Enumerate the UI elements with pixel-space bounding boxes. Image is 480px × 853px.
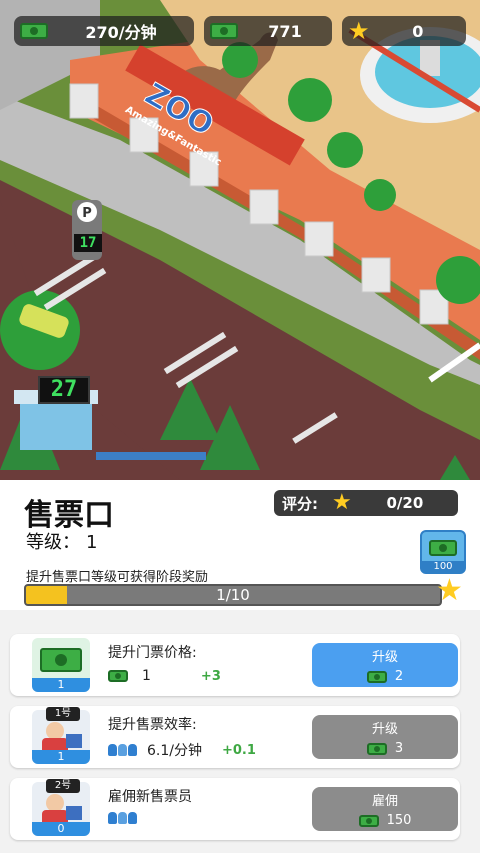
cash-icon <box>20 23 48 39</box>
cash-icon <box>40 648 82 672</box>
ticket-price-value-row: 1 +3 <box>108 668 221 684</box>
hire-clerk-button[interactable]: 雇佣 150 <box>312 787 458 831</box>
reward-chest[interactable]: 100 <box>420 530 466 574</box>
cash-icon <box>108 670 128 682</box>
reward-star-icon: ★ <box>436 573 463 608</box>
cash-icon <box>366 670 387 683</box>
zoo-map: P <box>0 0 480 480</box>
cash-icon <box>429 540 457 556</box>
money-display: 771 <box>204 16 332 46</box>
rating-box: 评分: ★ 0/20 <box>274 490 458 516</box>
booth-counter: 27 <box>38 376 90 404</box>
income-rate-value: 270/分钟 <box>85 23 157 42</box>
ticket-efficiency-increment: +0.1 <box>221 742 256 758</box>
hire-button-label: 雇佣 <box>371 794 398 809</box>
ticket-window-icon <box>66 734 82 748</box>
ticket-efficiency-value-row: 6.1/分钟 +0.1 <box>108 740 256 760</box>
income-rate-display: 270/分钟 <box>14 16 194 46</box>
progress-text: 1/10 <box>216 586 250 604</box>
stars-display: ★ 0 <box>342 16 466 46</box>
cash-icon <box>358 814 379 827</box>
clerk-tag: 2号 <box>46 779 80 793</box>
booth-level: 等级： 1 <box>26 532 98 553</box>
ticket-price-level: 1 <box>32 678 90 692</box>
ticket-price-increment: +3 <box>200 668 221 684</box>
clerk-body-icon <box>42 738 68 750</box>
star-icon: ★ <box>348 17 370 45</box>
ticket-efficiency-title: 提升售票效率: <box>108 717 197 733</box>
hire-cost: 150 <box>386 813 412 828</box>
clerk-body-icon <box>42 810 68 822</box>
ticket-window-icon <box>66 806 82 820</box>
upgrade-ticket-efficiency-button[interactable]: 升级 3 <box>312 715 458 759</box>
ticket-efficiency-value: 6.1/分钟 <box>147 743 202 759</box>
upgrade-hint: 提升售票口等级可获得阶段奖励 <box>26 570 209 585</box>
booth-panel: 售票口 等级： 1 评分: ★ 0/20 提升售票口等级可获得阶段奖励 1/10 … <box>0 480 480 853</box>
upgrade-cost: 2 <box>394 669 404 684</box>
upgrade-button-label: 升级 <box>371 650 398 665</box>
ticket-price-card: 1 提升门票价格: 1 +3 升级 2 <box>10 634 460 696</box>
ticket-price-icon-box: 1 <box>32 638 90 692</box>
hire-clerk-card: 0 2号 雇佣新售票员 雇佣 150 <box>10 778 460 840</box>
ticket-price-value: 1 <box>142 668 151 684</box>
ticket-price-title: 提升门票价格: <box>108 645 197 661</box>
level-progress-bar: 1/10 <box>24 584 442 606</box>
ticket-efficiency-card: 1 1号 提升售票效率: 6.1/分钟 +0.1 升级 3 <box>10 706 460 768</box>
cash-icon <box>366 742 387 755</box>
people-icon <box>108 744 137 756</box>
upgrade-button-label: 升级 <box>371 722 398 737</box>
star-icon: ★ <box>332 490 352 515</box>
people-icon <box>108 812 137 824</box>
money-value: 771 <box>268 21 302 41</box>
stars-value: 0 <box>412 21 424 41</box>
upgrade-ticket-price-button[interactable]: 升级 2 <box>312 643 458 687</box>
booth-level-value: 1 <box>86 532 98 553</box>
reward-value: 100 <box>422 561 464 572</box>
game-scene[interactable]: P ZOO Amazing&Fantastic 17 27 <box>0 0 480 480</box>
parking-counter-top: 17 <box>74 234 102 252</box>
cash-icon <box>210 23 238 39</box>
svg-text:P: P <box>82 206 92 221</box>
hire-clerk-level: 0 <box>32 822 90 836</box>
ticket-efficiency-level: 1 <box>32 750 90 764</box>
rating-value: 0/20 <box>386 494 424 512</box>
hire-clerk-title: 雇佣新售票员 <box>108 789 192 805</box>
clerk-tag: 1号 <box>46 707 80 721</box>
upgrade-cost: 3 <box>394 741 404 756</box>
hire-clerk-icon-row <box>108 812 137 824</box>
rating-label: 评分: <box>282 494 318 513</box>
